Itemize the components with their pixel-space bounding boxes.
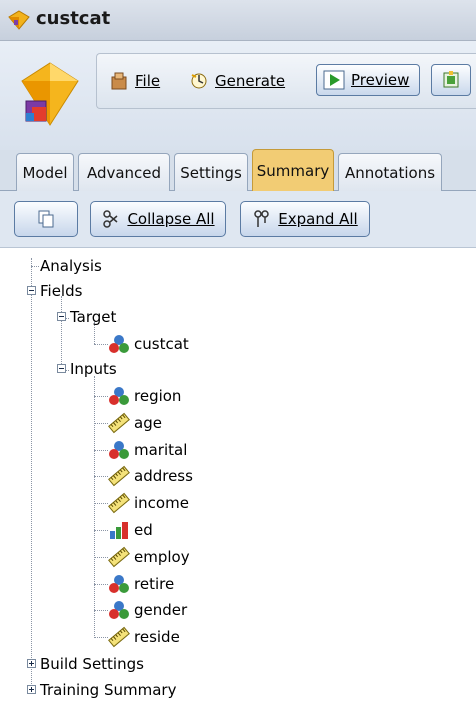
field-label: region — [134, 387, 182, 405]
tree-node-address[interactable]: address — [108, 465, 193, 487]
preview-button[interactable]: Preview — [316, 64, 420, 96]
file-menu[interactable]: File — [109, 66, 160, 96]
window-title: custcat — [36, 8, 111, 29]
tree-node-marital[interactable]: marital — [108, 439, 187, 461]
collapse-all-label: Collapse All — [127, 210, 215, 228]
nominal-icon — [109, 440, 129, 459]
tab-annotations[interactable]: Annotations — [338, 153, 442, 191]
tab-bar: Model Advanced Settings Summary Annotati… — [0, 149, 476, 191]
tree-guide — [94, 422, 108, 424]
export-button[interactable] — [431, 64, 471, 96]
tree-guide — [94, 476, 108, 478]
expand-training-summary-toggle[interactable] — [27, 685, 36, 694]
field-label: reside — [134, 628, 180, 647]
tree-node-income[interactable]: income — [108, 492, 189, 514]
tree-guide — [94, 556, 108, 558]
field-label: marital — [134, 440, 188, 459]
nominal-icon — [109, 335, 129, 353]
tree-node-build-settings[interactable]: Build Settings — [40, 653, 144, 675]
file-icon — [111, 72, 127, 90]
nominal-icon — [109, 601, 129, 620]
tree-node-ed[interactable]: ed — [108, 519, 153, 541]
tree-node-training-summary[interactable]: Training Summary — [40, 679, 176, 701]
field-label: ed — [134, 521, 153, 539]
tree-node-custcat[interactable]: custcat — [108, 333, 189, 355]
file-menu-label: File — [135, 72, 161, 90]
continuous-icon — [108, 492, 130, 514]
tree-node-retire[interactable]: retire — [108, 573, 174, 595]
export-icon — [443, 71, 459, 88]
toolbar: File Generate Preview — [96, 53, 476, 109]
expand-all-icon — [254, 210, 270, 227]
tree-guide — [94, 449, 108, 451]
continuous-icon — [108, 546, 130, 567]
tree-guide — [31, 266, 39, 267]
collapse-inputs-toggle[interactable] — [57, 364, 66, 373]
tree-guide — [61, 296, 62, 370]
generate-menu-label: Generate — [215, 72, 286, 90]
continuous-icon — [108, 412, 130, 433]
expand-build-settings-toggle[interactable] — [27, 659, 36, 668]
ordinal-icon — [110, 522, 128, 539]
field-label: gender — [134, 601, 188, 620]
tree-node-reside[interactable]: reside — [108, 626, 180, 648]
tree-guide — [94, 344, 108, 345]
tree-node-inputs[interactable]: Inputs — [70, 358, 117, 380]
tab-advanced[interactable]: Advanced — [78, 153, 170, 191]
model-nugget-icon — [8, 10, 30, 30]
collapse-all-icon — [103, 210, 118, 228]
collapse-all-button[interactable]: Collapse All — [90, 201, 226, 237]
tab-summary[interactable]: Summary — [252, 149, 334, 191]
title-bar: custcat — [0, 0, 476, 41]
model-nugget-large-icon — [21, 62, 79, 126]
tree-node-region[interactable]: region — [108, 385, 181, 407]
continuous-icon — [108, 466, 130, 487]
field-label: employ — [134, 547, 190, 566]
tab-model[interactable]: Model — [16, 153, 74, 191]
tree-guide — [94, 376, 95, 638]
nominal-icon — [109, 387, 129, 405]
tab-settings[interactable]: Settings — [174, 153, 248, 191]
generate-icon — [191, 73, 207, 89]
tree-node-analysis[interactable]: Analysis — [40, 255, 102, 277]
continuous-icon — [108, 626, 130, 648]
expand-all-button[interactable]: Expand All — [240, 201, 370, 237]
field-label: income — [134, 494, 189, 513]
tree-guide — [31, 258, 32, 692]
tree-guide — [94, 610, 108, 612]
nominal-icon — [109, 574, 129, 593]
collapse-target-toggle[interactable] — [57, 312, 66, 321]
tree-guide — [94, 396, 108, 397]
tree-guide — [94, 637, 108, 639]
expand-all-label: Expand All — [278, 210, 358, 228]
field-label: retire — [134, 574, 175, 593]
tree-node-target[interactable]: Target — [70, 306, 116, 328]
collapse-fields-toggle[interactable] — [27, 286, 36, 295]
summary-toolbar: Collapse All Expand All — [0, 191, 476, 248]
tree-guide — [94, 503, 108, 505]
tree-guide — [94, 530, 108, 531]
generate-menu[interactable]: Generate — [189, 66, 285, 96]
copy-icon — [38, 210, 54, 228]
tree-node-age[interactable]: age — [108, 412, 162, 434]
tree-guide — [94, 583, 108, 585]
copy-button[interactable] — [14, 201, 78, 237]
preview-label: Preview — [351, 71, 410, 89]
field-label: age — [134, 413, 162, 432]
header-area: File Generate Preview — [0, 41, 476, 150]
summary-tree: Analysis Fields Target custcat Inputs Bu… — [0, 248, 476, 724]
field-label: address — [134, 467, 193, 486]
tree-node-gender[interactable]: gender — [108, 599, 187, 621]
preview-icon — [323, 70, 345, 90]
tree-node-employ[interactable]: employ — [108, 546, 190, 568]
tree-node-fields[interactable]: Fields — [40, 280, 82, 302]
